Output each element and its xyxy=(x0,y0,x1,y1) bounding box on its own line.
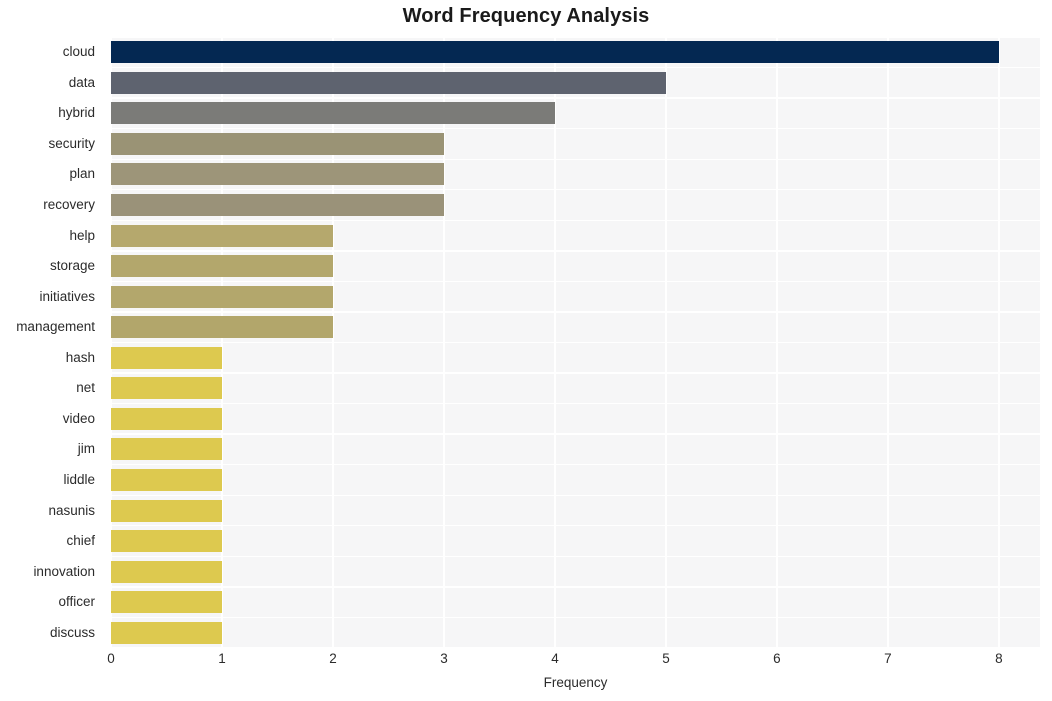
y-tick-label: storage xyxy=(49,258,95,274)
bar[interactable] xyxy=(111,316,333,339)
bar[interactable] xyxy=(111,438,222,461)
bar[interactable] xyxy=(111,499,222,522)
y-tick-label: cloud xyxy=(62,44,95,60)
y-tick-label: management xyxy=(16,319,95,335)
bar[interactable] xyxy=(111,530,222,553)
bar[interactable] xyxy=(111,163,444,186)
y-tick-label: discuss xyxy=(49,624,95,640)
x-tick-label: 8 xyxy=(995,651,1003,666)
x-tick-label: 0 xyxy=(107,651,115,666)
bar[interactable] xyxy=(111,102,555,125)
y-tick-label: liddle xyxy=(63,471,95,487)
x-tick-label: 5 xyxy=(662,651,670,666)
x-tick-label: 7 xyxy=(884,651,892,666)
y-axis-tick-labels: cloud data hybrid security plan recovery help s… xyxy=(0,37,103,648)
y-tick-label: plan xyxy=(69,166,95,182)
bar[interactable] xyxy=(111,71,666,94)
x-axis-tick-labels: 0 1 2 3 4 5 6 7 8 xyxy=(0,652,1052,674)
bar[interactable] xyxy=(111,407,222,430)
bar[interactable] xyxy=(111,468,222,491)
bar[interactable] xyxy=(111,194,444,217)
y-tick-label: jim xyxy=(77,441,95,457)
x-axis-title: Frequency xyxy=(543,675,608,690)
plot-area xyxy=(110,36,1040,649)
x-tick-label: 4 xyxy=(551,651,559,666)
bar[interactable] xyxy=(111,560,222,583)
bar[interactable] xyxy=(111,255,333,278)
bar[interactable] xyxy=(111,591,222,614)
x-tick-label: 6 xyxy=(773,651,781,666)
x-tick-label: 3 xyxy=(440,651,448,666)
bar[interactable] xyxy=(111,132,444,155)
y-tick-label: net xyxy=(76,380,95,396)
y-tick-label: security xyxy=(48,135,95,151)
bar[interactable] xyxy=(111,285,333,308)
bar[interactable] xyxy=(111,621,222,644)
chart-title: Word Frequency Analysis xyxy=(402,5,650,27)
y-tick-label: innovation xyxy=(33,563,95,579)
x-tick-label: 1 xyxy=(218,651,226,666)
bar[interactable] xyxy=(111,41,999,64)
y-tick-label: initiatives xyxy=(39,288,95,304)
y-tick-label: data xyxy=(68,74,95,90)
y-tick-label: officer xyxy=(58,594,95,610)
bar[interactable] xyxy=(111,377,222,400)
y-tick-label: hash xyxy=(65,349,95,365)
y-tick-label: nasunis xyxy=(48,502,95,518)
y-tick-label: recovery xyxy=(43,197,95,213)
bar[interactable] xyxy=(111,224,333,247)
x-tick-label: 2 xyxy=(329,651,337,666)
y-tick-label: chief xyxy=(66,533,95,549)
chart-figure: Word Frequency Analysis cloud data hybrid s… xyxy=(0,0,1052,701)
y-tick-label: hybrid xyxy=(58,105,95,121)
y-tick-label: video xyxy=(62,410,95,426)
y-tick-label: help xyxy=(69,227,95,243)
bar[interactable] xyxy=(111,346,222,369)
bars-layer xyxy=(111,37,1040,648)
